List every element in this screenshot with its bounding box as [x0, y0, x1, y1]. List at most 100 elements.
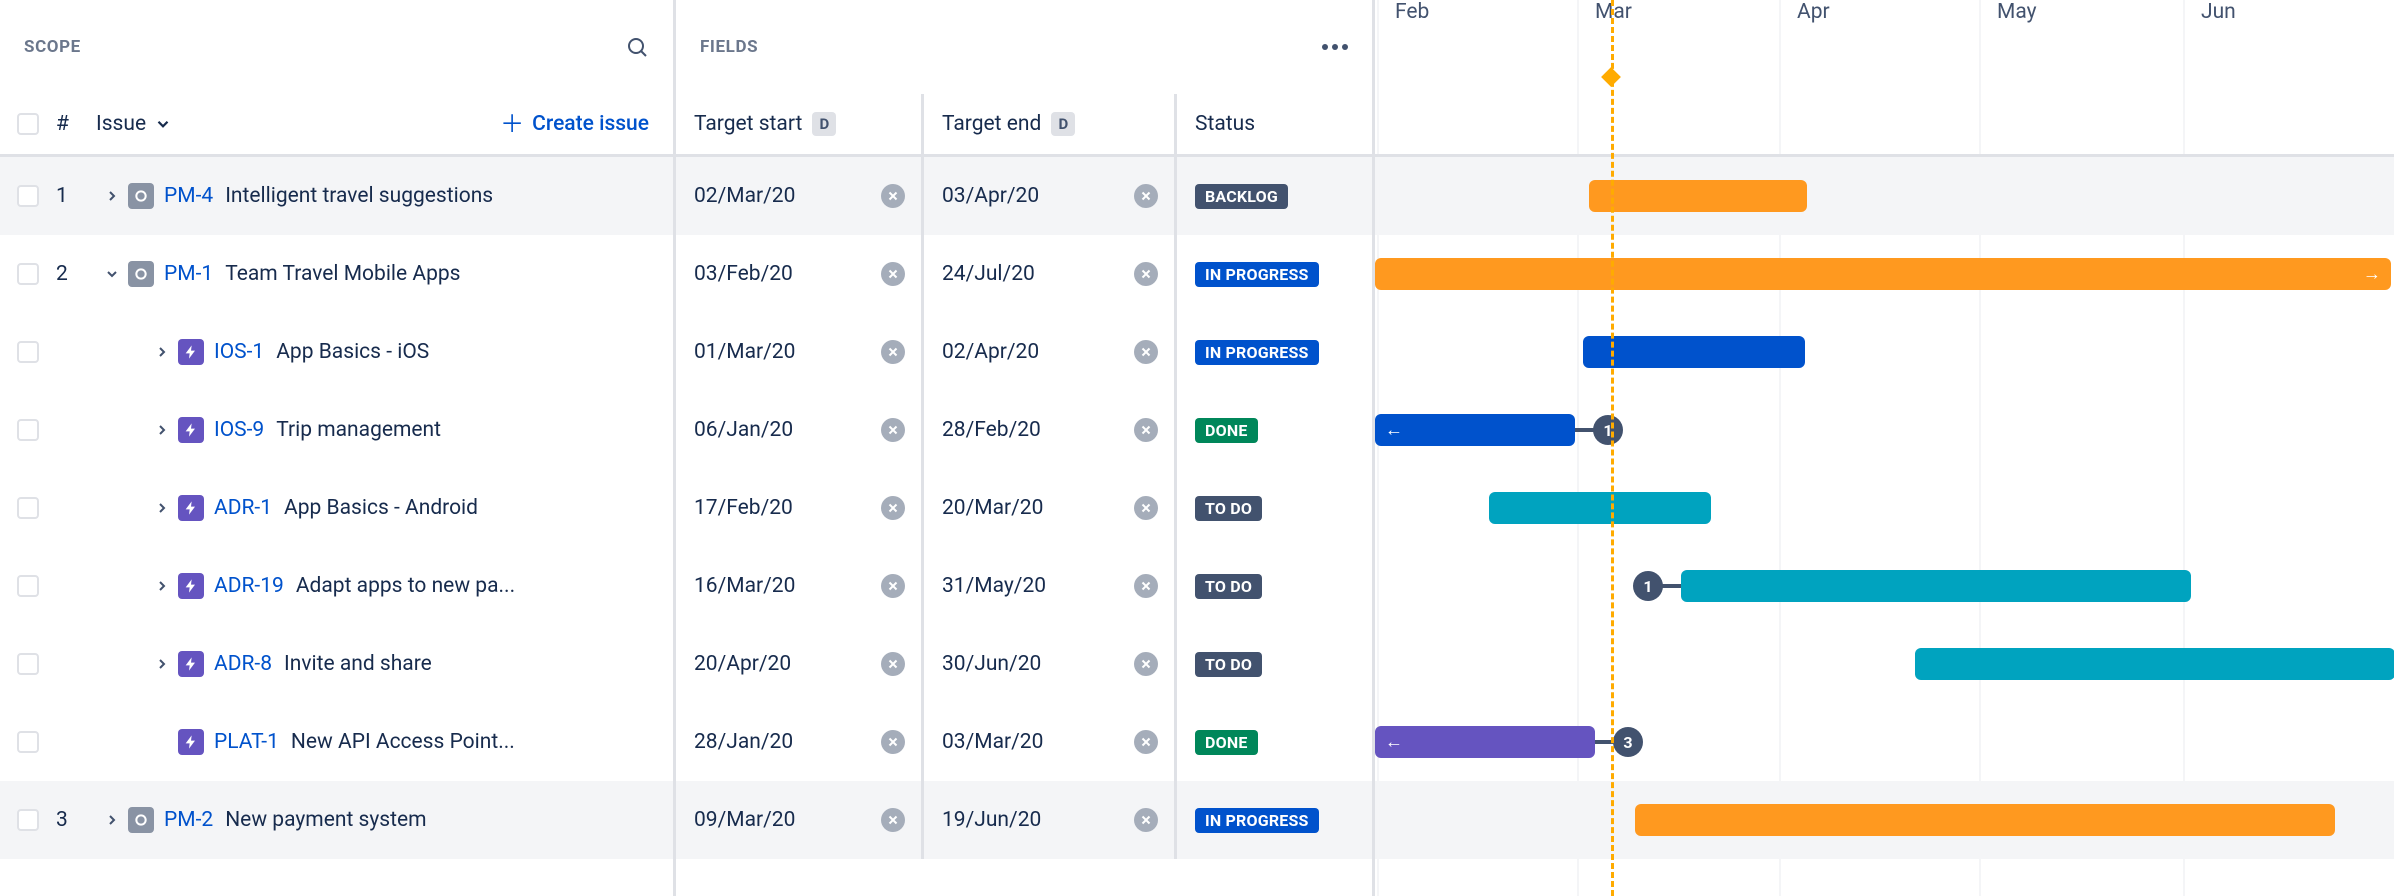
clear-icon[interactable]: [881, 574, 905, 598]
timeline-row[interactable]: ←3: [1375, 703, 2394, 781]
row-checkbox[interactable]: [17, 497, 39, 519]
gantt-bar[interactable]: [1589, 180, 1807, 212]
target-end-cell[interactable]: 28/Feb/20: [924, 391, 1177, 469]
status-cell[interactable]: TO DO: [1177, 547, 1372, 625]
timeline-row[interactable]: [1375, 313, 2394, 391]
chevron-right-icon[interactable]: [146, 656, 178, 672]
target-end-cell[interactable]: 03/Mar/20: [924, 703, 1177, 781]
row-checkbox[interactable]: [17, 575, 39, 597]
select-all-checkbox[interactable]: [17, 113, 39, 135]
target-end-cell[interactable]: 03/Apr/20: [924, 157, 1177, 235]
gantt-bar[interactable]: [1583, 336, 1805, 368]
target-start-cell[interactable]: 28/Jan/20: [676, 703, 924, 781]
clear-icon[interactable]: [1134, 340, 1158, 364]
scope-row[interactable]: IOS-9 Trip management: [0, 391, 673, 469]
target-end-cell[interactable]: 30/Jun/20: [924, 625, 1177, 703]
target-end-cell[interactable]: 19/Jun/20: [924, 781, 1177, 859]
timeline-row[interactable]: →: [1375, 235, 2394, 313]
timeline-row[interactable]: [1375, 625, 2394, 703]
clear-icon[interactable]: [1134, 262, 1158, 286]
dependency-badge[interactable]: 1: [1633, 571, 1663, 601]
scope-row[interactable]: ADR-8 Invite and share: [0, 625, 673, 703]
target-end-cell[interactable]: 20/Mar/20: [924, 469, 1177, 547]
timeline-row[interactable]: [1375, 469, 2394, 547]
row-checkbox[interactable]: [17, 809, 39, 831]
chevron-right-icon[interactable]: [96, 812, 128, 828]
scope-row[interactable]: ADR-19 Adapt apps to new pa...: [0, 547, 673, 625]
target-start-cell[interactable]: 17/Feb/20: [676, 469, 924, 547]
clear-icon[interactable]: [1134, 652, 1158, 676]
target-end-cell[interactable]: 24/Jul/20: [924, 235, 1177, 313]
gantt-bar[interactable]: ←: [1375, 726, 1595, 758]
clear-icon[interactable]: [881, 496, 905, 520]
scope-row[interactable]: 3 PM-2 New payment system: [0, 781, 673, 859]
clear-icon[interactable]: [1134, 730, 1158, 754]
status-cell[interactable]: IN PROGRESS: [1177, 313, 1372, 391]
clear-icon[interactable]: [1134, 418, 1158, 442]
chevron-right-icon[interactable]: [96, 188, 128, 204]
issue-key-link[interactable]: ADR-19: [214, 574, 284, 598]
gantt-bar[interactable]: [1635, 804, 2335, 836]
issue-key-link[interactable]: PM-2: [164, 808, 213, 832]
clear-icon[interactable]: [1134, 574, 1158, 598]
chevron-down-icon[interactable]: [96, 266, 128, 282]
target-end-cell[interactable]: 02/Apr/20: [924, 313, 1177, 391]
chevron-right-icon[interactable]: [146, 344, 178, 360]
column-status-header[interactable]: Status: [1177, 94, 1372, 154]
clear-icon[interactable]: [1134, 184, 1158, 208]
clear-icon[interactable]: [881, 730, 905, 754]
gantt-bar[interactable]: [1915, 648, 2394, 680]
row-checkbox[interactable]: [17, 185, 39, 207]
timeline-row[interactable]: 1: [1375, 547, 2394, 625]
status-cell[interactable]: BACKLOG: [1177, 157, 1372, 235]
column-target-end-header[interactable]: Target end D: [924, 94, 1177, 154]
clear-icon[interactable]: [1134, 496, 1158, 520]
row-checkbox[interactable]: [17, 263, 39, 285]
clear-icon[interactable]: [881, 184, 905, 208]
timeline-rows[interactable]: →←11←3: [1375, 157, 2394, 896]
clear-icon[interactable]: [1134, 808, 1158, 832]
status-cell[interactable]: DONE: [1177, 391, 1372, 469]
row-checkbox[interactable]: [17, 341, 39, 363]
status-cell[interactable]: IN PROGRESS: [1177, 781, 1372, 859]
column-issue-header[interactable]: Issue: [96, 112, 172, 136]
clear-icon[interactable]: [881, 652, 905, 676]
clear-icon[interactable]: [881, 808, 905, 832]
target-end-cell[interactable]: 31/May/20: [924, 547, 1177, 625]
search-icon[interactable]: [625, 35, 649, 59]
issue-key-link[interactable]: ADR-8: [214, 652, 272, 676]
status-cell[interactable]: TO DO: [1177, 625, 1372, 703]
dependency-badge[interactable]: 3: [1613, 727, 1643, 757]
target-start-cell[interactable]: 03/Feb/20: [676, 235, 924, 313]
scope-row[interactable]: IOS-1 App Basics - iOS: [0, 313, 673, 391]
clear-icon[interactable]: [881, 262, 905, 286]
target-start-cell[interactable]: 02/Mar/20: [676, 157, 924, 235]
chevron-right-icon[interactable]: [146, 422, 178, 438]
timeline-row[interactable]: [1375, 157, 2394, 235]
target-start-cell[interactable]: 16/Mar/20: [676, 547, 924, 625]
gantt-bar[interactable]: ←: [1375, 414, 1575, 446]
row-checkbox[interactable]: [17, 653, 39, 675]
target-start-cell[interactable]: 20/Apr/20: [676, 625, 924, 703]
timeline-row[interactable]: [1375, 781, 2394, 859]
status-cell[interactable]: DONE: [1177, 703, 1372, 781]
timeline-row[interactable]: ←1: [1375, 391, 2394, 469]
gantt-bar[interactable]: [1681, 570, 2191, 602]
row-checkbox[interactable]: [17, 419, 39, 441]
issue-key-link[interactable]: PM-1: [164, 262, 213, 286]
more-icon[interactable]: [1322, 44, 1348, 50]
scope-row[interactable]: PLAT-1 New API Access Point...: [0, 703, 673, 781]
scope-row[interactable]: ADR-1 App Basics - Android: [0, 469, 673, 547]
clear-icon[interactable]: [881, 418, 905, 442]
chevron-right-icon[interactable]: [146, 500, 178, 516]
create-issue-button[interactable]: ＋ Create issue: [500, 112, 673, 136]
issue-key-link[interactable]: PM-4: [164, 184, 213, 208]
gantt-bar[interactable]: [1489, 492, 1711, 524]
issue-key-link[interactable]: PLAT-1: [214, 730, 279, 754]
issue-key-link[interactable]: IOS-1: [214, 340, 264, 364]
target-start-cell[interactable]: 09/Mar/20: [676, 781, 924, 859]
scope-row[interactable]: 1 PM-4 Intelligent travel suggestions: [0, 157, 673, 235]
gantt-bar[interactable]: →: [1375, 258, 2391, 290]
row-checkbox[interactable]: [17, 731, 39, 753]
dependency-badge[interactable]: 1: [1593, 415, 1623, 445]
